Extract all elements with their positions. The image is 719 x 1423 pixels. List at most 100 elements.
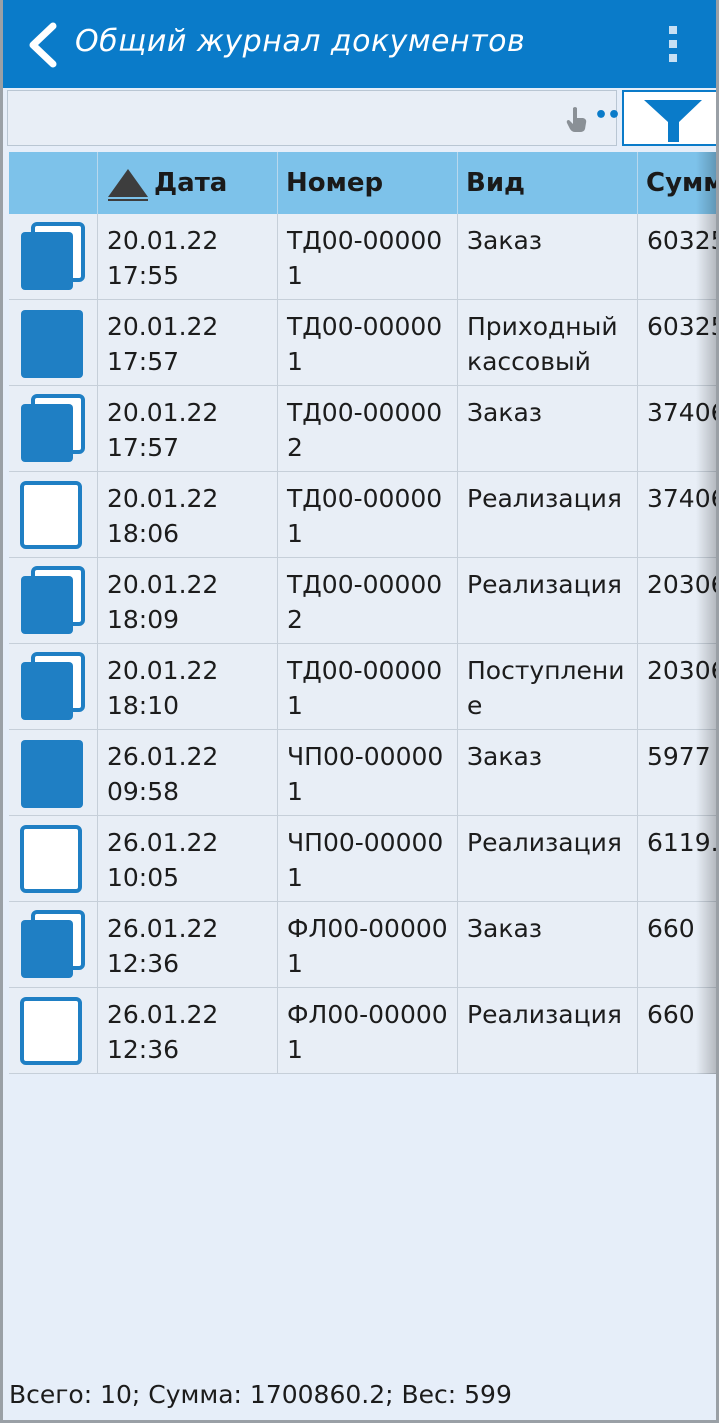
kind-value: Реализация	[467, 570, 622, 599]
more-vertical-icon[interactable]	[659, 24, 687, 64]
sum-value: 60325	[647, 226, 719, 255]
search-input[interactable]: •••	[7, 90, 634, 146]
date-cell: 26.01.22 12:36	[98, 902, 278, 988]
table-row[interactable]: 20.01.22 18:10 ТД00-00000 1 Поступлени е 20306	[9, 644, 719, 730]
kind-cell: Заказ	[458, 902, 638, 988]
filter-button[interactable]	[622, 90, 716, 146]
number-value: ТД00-00000	[287, 226, 443, 255]
document-filled-icon	[19, 308, 85, 386]
kind-value: Заказ	[467, 398, 543, 427]
kind-value: Реализация	[467, 828, 622, 857]
kind-cell: Заказ	[458, 386, 638, 472]
date-value: 26.01.22	[107, 1000, 219, 1029]
number-cell: ТД00-00000 1	[278, 300, 458, 386]
date-cell: 20.01.22 17:57	[98, 300, 278, 386]
kind-value: Заказ	[467, 914, 543, 943]
summary-footer: Всего: 10; Сумма: 1700860.2; Вес: 599	[9, 1380, 512, 1409]
column-header-date[interactable]: Дата	[98, 152, 278, 214]
table-row[interactable]: 20.01.22 18:06 ТД00-00000 1 Реализация 37406	[9, 472, 719, 558]
sum-cell: 37406	[638, 386, 716, 472]
sum-value: 660	[647, 1000, 695, 1029]
kind-cell: Поступлени е	[458, 644, 638, 730]
sum-value: 660	[647, 914, 695, 943]
column-header-kind[interactable]: Вид	[458, 152, 638, 214]
documents-table: Дата Номер Вид Сумма 20.01.22 17:55 ТД00-0…	[9, 152, 719, 1074]
column-header-date-label: Дата	[154, 168, 228, 198]
table-row[interactable]: 20.01.22 18:09 ТД00-00000 2 Реализация 20306	[9, 558, 716, 644]
number-value: ФЛ00-00000	[287, 1000, 448, 1029]
number-suffix: 1	[287, 863, 303, 892]
number-cell: ЧП00-00000 1	[278, 816, 458, 902]
row-icon-cell	[9, 386, 98, 472]
documents-stack-icon	[19, 222, 85, 300]
date-cell: 20.01.22 18:06	[98, 472, 278, 558]
date-cell: 26.01.22 10:05	[98, 816, 278, 902]
table-row[interactable]: 20.01.22 17:57 ТД00-00000 1 Приходный кассовы…	[9, 300, 719, 386]
sum-value: 60325	[647, 312, 719, 341]
number-cell: ТД00-00000 2	[278, 386, 458, 472]
date-value: 20.01.22	[107, 656, 219, 685]
time-value: 17:57	[107, 347, 180, 376]
time-value: 10:05	[107, 863, 180, 892]
documents-stack-icon	[19, 394, 85, 472]
row-icon-cell	[9, 730, 98, 816]
number-cell: ЧП00-00000 1	[278, 730, 458, 816]
kind-value: Заказ	[467, 226, 543, 255]
document-empty-icon	[19, 996, 85, 1074]
table-row[interactable]: 26.01.22 12:36 ФЛ00-00000 1 Заказ 660	[9, 902, 716, 988]
document-empty-icon	[19, 480, 85, 558]
table-header: Дата Номер Вид Сумма	[9, 152, 716, 214]
date-value: 20.01.22	[107, 398, 219, 427]
date-cell: 20.01.22 17:55	[98, 214, 278, 300]
funnel-icon	[644, 100, 702, 142]
sum-value: 37406	[647, 484, 719, 513]
date-cell: 20.01.22 17:57	[98, 386, 278, 472]
date-value: 26.01.22	[107, 742, 219, 771]
hand-pointer-icon[interactable]	[564, 105, 590, 133]
column-header-sum[interactable]: Сумма	[638, 152, 716, 214]
date-cell: 26.01.22 12:36	[98, 988, 278, 1074]
table-row[interactable]: 26.01.22 10:05 ЧП00-00000 1 Реализация 6119.	[9, 816, 716, 902]
chevron-left-icon[interactable]	[23, 22, 67, 68]
app-bar: Общий журнал документов	[3, 0, 716, 88]
date-cell: 20.01.22 18:09	[98, 558, 278, 644]
table-row[interactable]: 26.01.22 12:36 ФЛ00-00000 1 Реализация 660	[9, 988, 716, 1074]
number-value: ТД00-00000	[287, 570, 443, 599]
kind-cell: Заказ	[458, 730, 638, 816]
sort-up-triangle-icon	[106, 164, 150, 201]
header-icon-column	[9, 152, 98, 214]
sum-cell: 60325	[638, 300, 719, 386]
number-suffix: 1	[287, 347, 303, 376]
sum-cell: 20306	[638, 644, 719, 730]
kind-cell: Реализация	[458, 988, 638, 1074]
table-row[interactable]: 26.01.22 09:58 ЧП00-00000 1 Заказ 5977	[9, 730, 716, 816]
number-suffix: 1	[287, 261, 303, 290]
row-icon-cell	[9, 472, 98, 558]
column-header-number[interactable]: Номер	[278, 152, 458, 214]
document-empty-icon	[19, 824, 85, 902]
number-cell: ТД00-00000 2	[278, 558, 458, 644]
row-icon-cell	[9, 558, 98, 644]
kind-value: Заказ	[467, 742, 543, 771]
number-suffix: 2	[287, 433, 303, 462]
kind-value: Приходный	[467, 312, 618, 341]
number-value: ТД00-00000	[287, 484, 443, 513]
number-suffix: 2	[287, 605, 303, 634]
page-title: Общий журнал документов	[75, 24, 526, 59]
table-row[interactable]: 20.01.22 17:57 ТД00-00000 2 Заказ 37406	[9, 386, 716, 472]
sum-cell: 60325	[638, 214, 719, 300]
documents-stack-icon	[19, 910, 85, 988]
date-cell: 26.01.22 09:58	[98, 730, 278, 816]
sum-cell: 5977	[638, 730, 716, 816]
date-value: 20.01.22	[107, 484, 219, 513]
sum-value: 20306	[647, 656, 719, 685]
sum-cell: 660	[638, 988, 716, 1074]
number-value: ТД00-00000	[287, 398, 443, 427]
table-row[interactable]: 20.01.22 17:55 ТД00-00000 1 Заказ 60325	[9, 214, 719, 300]
sum-cell: 6119.	[638, 816, 716, 902]
number-suffix: 1	[287, 1035, 303, 1064]
number-value: ФЛ00-00000	[287, 914, 448, 943]
number-cell: ФЛ00-00000 1	[278, 988, 458, 1074]
number-cell: ТД00-00000 1	[278, 472, 458, 558]
date-cell: 20.01.22 18:10	[98, 644, 278, 730]
